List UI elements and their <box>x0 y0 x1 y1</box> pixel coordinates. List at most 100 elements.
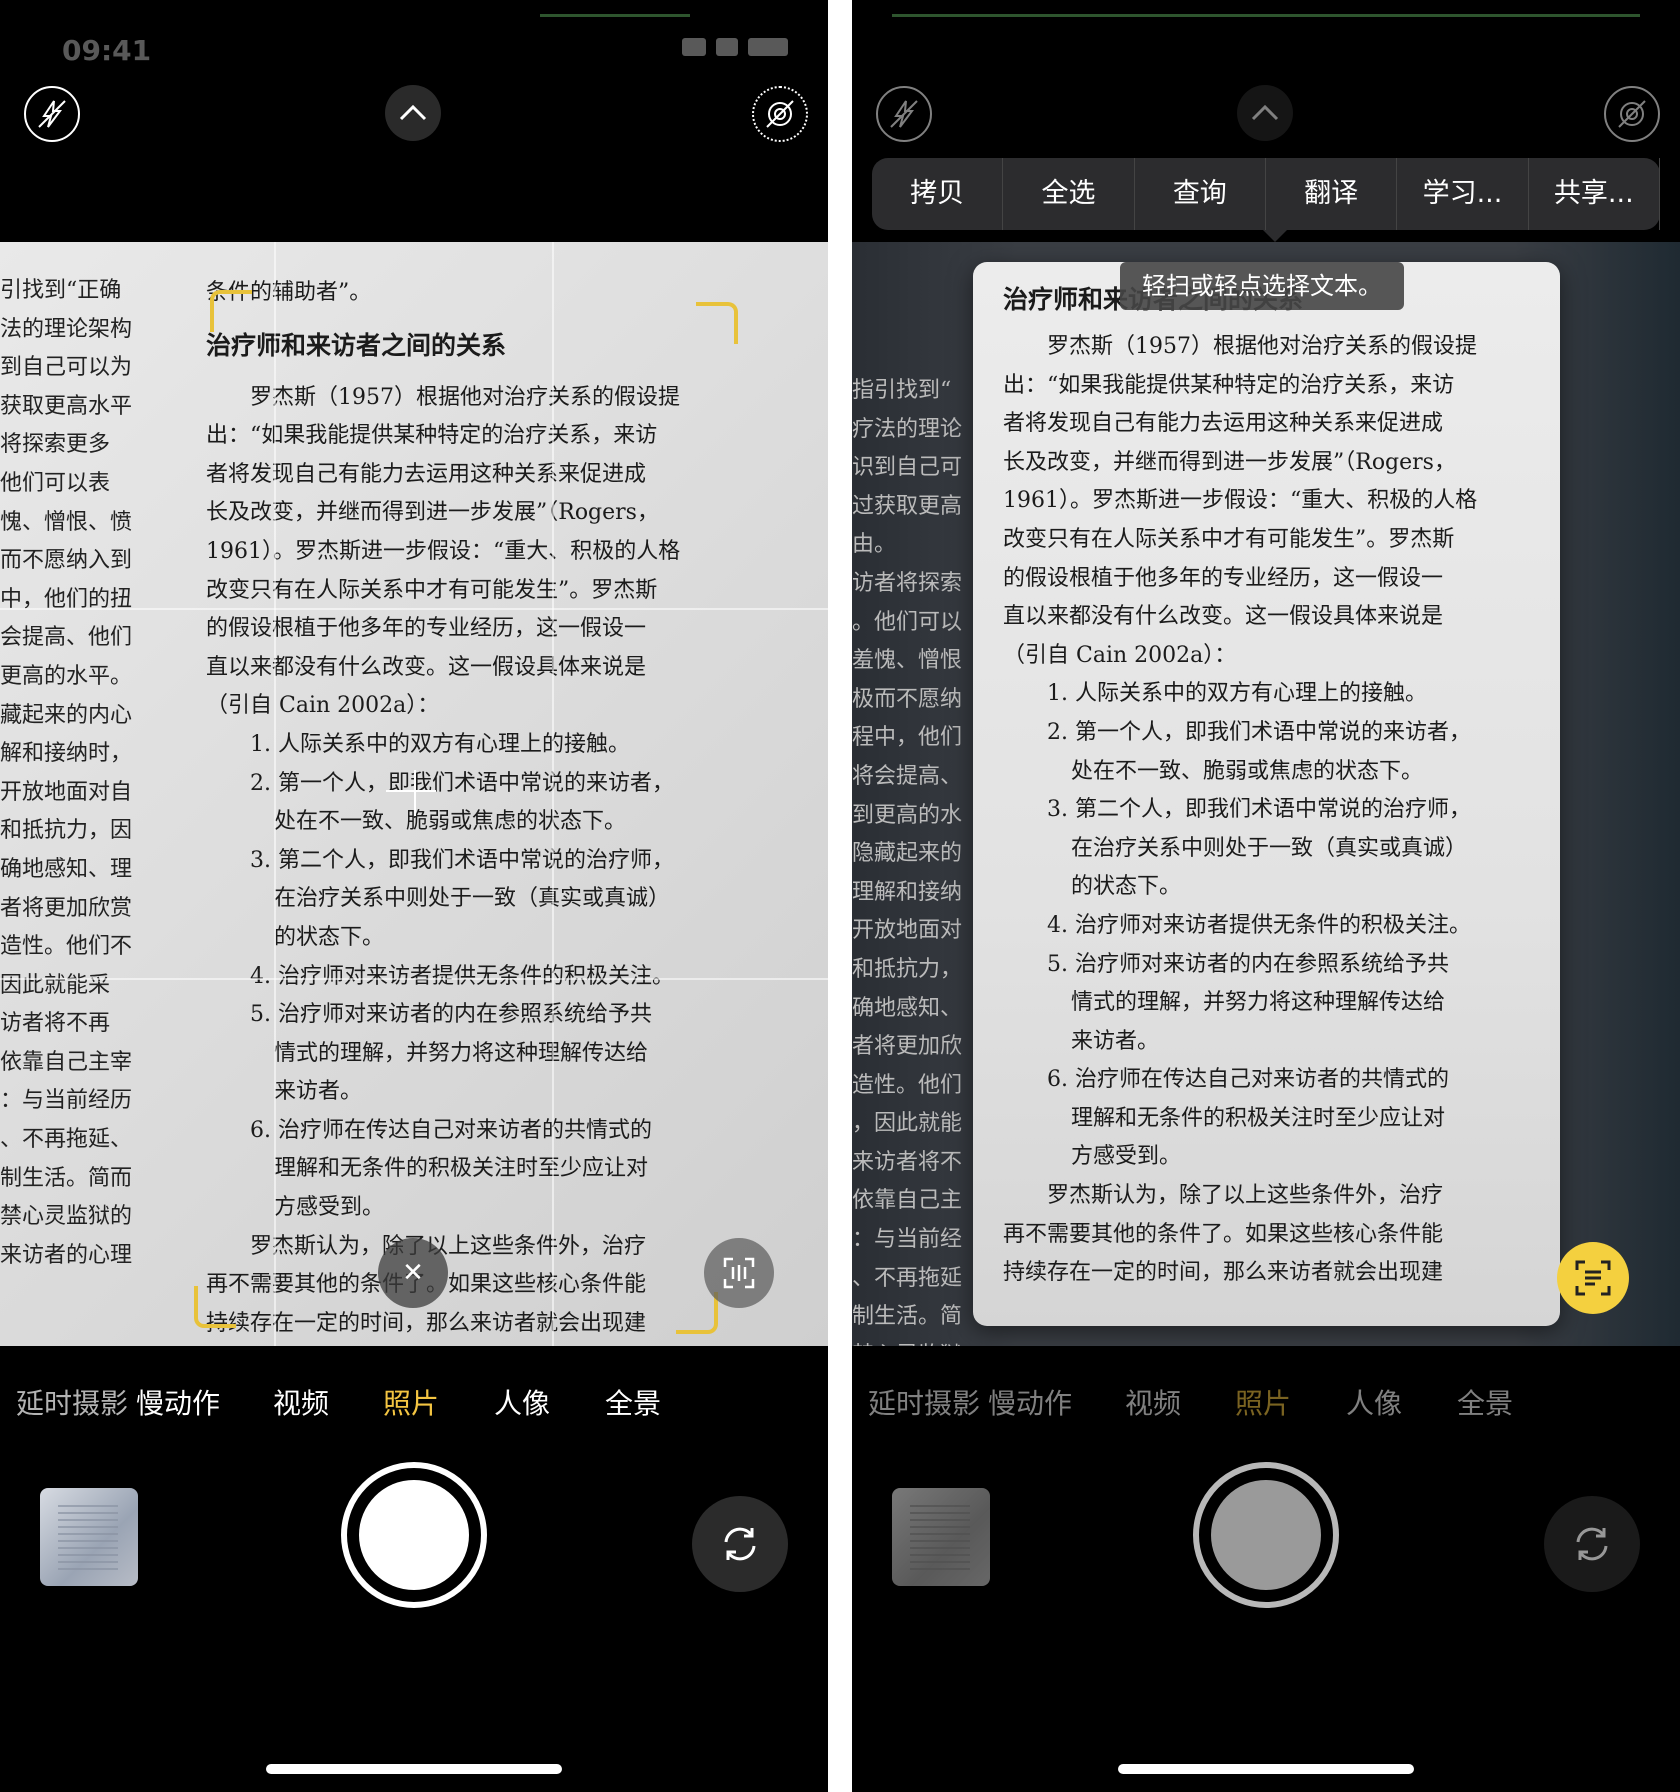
text-line[interactable]: 出：“如果我能提供某种特定的治疗关系，来访 <box>1003 367 1477 406</box>
signal-icon <box>682 38 706 56</box>
mode-video[interactable]: 视频 <box>1125 1382 1181 1422</box>
menu-share[interactable]: 共享... <box>1529 158 1660 230</box>
text-line[interactable]: 2. 第一个人，即我们术语中常说的来访者， <box>1003 714 1477 753</box>
text-line: 禁心灵监狱的 <box>0 1204 133 1230</box>
text-line: 访者将不再 <box>0 1011 111 1037</box>
text-line: 理解和无条件的积极关注时至少应让对 <box>274 1156 649 1182</box>
text-line: 的假设根植于他多年的专业经历，这一假设一 <box>206 616 647 642</box>
switch-camera-button[interactable] <box>1544 1496 1640 1592</box>
text-line[interactable]: 理解和无条件的积极关注时至少应让对 <box>1003 1100 1477 1139</box>
text-line[interactable]: 1961）。罗杰斯进一步假设：“重大、积极的人格 <box>1003 482 1477 521</box>
text-line: 会提高、他们 <box>0 625 133 651</box>
mode-video[interactable]: 视频 <box>273 1382 329 1422</box>
card-text-block[interactable]: 治疗师和来访者之间的关系 罗杰斯（1957）根据他对治疗关系的假设提出：“如果我… <box>1003 272 1477 1293</box>
viewfinder[interactable]: 引找到“正确 法的理论架构 到自己可以为 获取更高水平 将探索更多 他们可以表 愧、憎恨、愤… <box>0 242 828 1346</box>
live-text-button[interactable] <box>704 1238 774 1308</box>
text-line[interactable]: 5. 治疗师对来访者的内在参照系统给予共 <box>1003 946 1477 985</box>
text-line: 因此就能采 <box>0 972 111 998</box>
text-line: 访者将探索 <box>852 570 963 596</box>
text-line: 来访者的心理 <box>0 1242 133 1268</box>
home-indicator[interactable] <box>1118 1764 1414 1774</box>
text-detect-bracket <box>210 290 252 332</box>
text-line[interactable]: 1. 人际关系中的双方有心理上的接触。 <box>1003 675 1477 714</box>
text-line[interactable]: 再不需要其他的条件了。如果这些核心条件能 <box>1003 1216 1477 1255</box>
text-line: 藏起来的内心 <box>0 702 133 728</box>
menu-copy[interactable]: 拷贝 <box>872 158 1004 230</box>
text-line: 4. 治疗师对来访者提供无条件的积极关注。 <box>250 963 674 989</box>
text-line[interactable]: 者将发现自己有能力去运用这种关系来促进成 <box>1003 405 1477 444</box>
text-line[interactable]: 的状态下。 <box>1003 868 1477 907</box>
text-line[interactable]: 长及改变，并继而得到进一步发展”（Rogers， <box>1003 444 1477 483</box>
live-text-button-active[interactable] <box>1557 1242 1629 1314</box>
text-line[interactable]: 的假设根植于他多年的专业经历，这一假设一 <box>1003 560 1477 599</box>
shutter-button[interactable] <box>341 1462 487 1608</box>
text-line[interactable]: 改变只有在人际关系中才有可能发生”。罗杰斯 <box>1003 521 1477 560</box>
text-line: 将探索更多 <box>0 432 111 458</box>
text-line: 者将发现自己有能力去运用这种关系来促进成 <box>206 461 647 487</box>
menu-learn[interactable]: 学习... <box>1397 158 1529 230</box>
mode-pano[interactable]: 全景 <box>605 1382 661 1422</box>
text-line[interactable]: 方感受到。 <box>1003 1138 1477 1177</box>
text-line[interactable]: （引自 Cain 2002a）： <box>1003 637 1477 676</box>
text-line: 法的理论架构 <box>0 316 133 342</box>
controls-expand-button[interactable] <box>1237 85 1293 141</box>
mode-pano[interactable]: 全景 <box>1457 1382 1513 1422</box>
text-line[interactable]: 情式的理解，并努力将这种理解传达给 <box>1003 984 1477 1023</box>
mode-portrait[interactable]: 人像 <box>1346 1382 1402 1422</box>
text-line[interactable]: 持续存在一定的时间，那么来访者就会出现建 <box>1003 1254 1477 1293</box>
text-line: 到自己可以为 <box>0 355 133 381</box>
rotate-camera-icon <box>724 1527 756 1561</box>
text-line[interactable]: 直以来都没有什么改变。这一假设具体来说是 <box>1003 598 1477 637</box>
text-line[interactable]: 来访者。 <box>1003 1023 1477 1062</box>
controls-expand-button[interactable] <box>385 85 441 141</box>
text-line[interactable]: 处在不一致、脆弱或焦虑的状态下。 <box>1003 753 1477 792</box>
text-line: 禁心灵监狱 <box>852 1337 962 1346</box>
text-line: 出：“如果我能提供某种特定的治疗关系，来访 <box>206 423 658 449</box>
live-text-card[interactable]: 治疗师和来访者之间的关系 罗杰斯（1957）根据他对治疗关系的假设提出：“如果我… <box>973 262 1560 1326</box>
adjacent-page-text: 指引找到“ 疗法的理论 识到自己可 过获取更高 由。 访者将探索 。他们可以 羞愧、憎恨 极而不… <box>852 372 962 1346</box>
text-line: 1961）。罗杰斯进一步假设：“重大、积极的人格 <box>206 538 681 564</box>
text-line[interactable]: 罗杰斯认为，除了以上这些条件外，治疗 <box>1003 1177 1477 1216</box>
text-line[interactable]: 6. 治疗师在传达自己对来访者的共情式的 <box>1003 1061 1477 1100</box>
text-line[interactable]: 在治疗关系中则处于一致（真实或真诚） <box>1003 830 1477 869</box>
live-photo-off-icon[interactable] <box>752 86 808 142</box>
switch-camera-button[interactable] <box>692 1496 788 1592</box>
menu-lookup[interactable]: 查询 <box>1135 158 1266 230</box>
text-line: 羞愧、憎恨 <box>852 648 963 674</box>
text-line: 、不再拖延 <box>852 1265 963 1291</box>
text-line: 情式的理解，并努力将这种理解传达给 <box>274 1040 649 1066</box>
menu-translate[interactable]: 翻译 <box>1266 158 1398 230</box>
menu-select-all[interactable]: 全选 <box>1003 158 1135 230</box>
text-line[interactable]: 罗杰斯（1957）根据他对治疗关系的假设提 <box>1003 328 1477 367</box>
text-line: 者将更加欣赏 <box>0 895 133 921</box>
flash-off-icon[interactable] <box>876 86 932 142</box>
mode-timelapse[interactable]: 延时摄影 <box>868 1382 980 1422</box>
text-line: 理解和接纳 <box>852 879 963 905</box>
text-line: 5. 治疗师对来访者的内在参照系统给予共 <box>250 1002 652 1028</box>
mode-timelapse[interactable]: 延时摄影 <box>16 1382 128 1422</box>
last-photo-thumbnail[interactable] <box>892 1488 990 1586</box>
menu-caret <box>1263 230 1287 242</box>
text-line[interactable]: 4. 治疗师对来访者提供无条件的积极关注。 <box>1003 907 1477 946</box>
flash-off-icon[interactable] <box>24 86 80 142</box>
mode-slomo[interactable]: 慢动作 <box>136 1382 220 1422</box>
text-line: 改变只有在人际关系中才有可能发生”。罗杰斯 <box>206 577 658 603</box>
status-icons <box>682 38 788 56</box>
text-line[interactable]: 3. 第二个人，即我们术语中常说的治疗师， <box>1003 791 1477 830</box>
text-line: 确地感知、 <box>852 995 963 1021</box>
card-lines[interactable]: 罗杰斯（1957）根据他对治疗关系的假设提 出：“如果我能提供某种特定的治疗关系，… <box>1003 328 1477 1293</box>
live-photo-off-icon[interactable] <box>1604 86 1660 142</box>
text-line: 到更高的水 <box>852 802 963 828</box>
shutter-button[interactable] <box>1193 1462 1339 1608</box>
mode-photo[interactable]: 照片 <box>1235 1382 1291 1422</box>
zoom-reset-button[interactable]: ✕ <box>378 1238 448 1308</box>
text-line: ：与当前经历 <box>0 1088 133 1114</box>
text-line: 疗法的理论 <box>852 416 963 442</box>
text-line: 制生活。简而 <box>0 1165 133 1191</box>
focus-crosshair <box>386 790 436 792</box>
mode-slomo[interactable]: 慢动作 <box>988 1382 1072 1422</box>
last-photo-thumbnail[interactable] <box>40 1488 138 1586</box>
mode-photo[interactable]: 照片 <box>383 1382 439 1422</box>
home-indicator[interactable] <box>266 1764 562 1774</box>
mode-portrait[interactable]: 人像 <box>494 1382 550 1422</box>
